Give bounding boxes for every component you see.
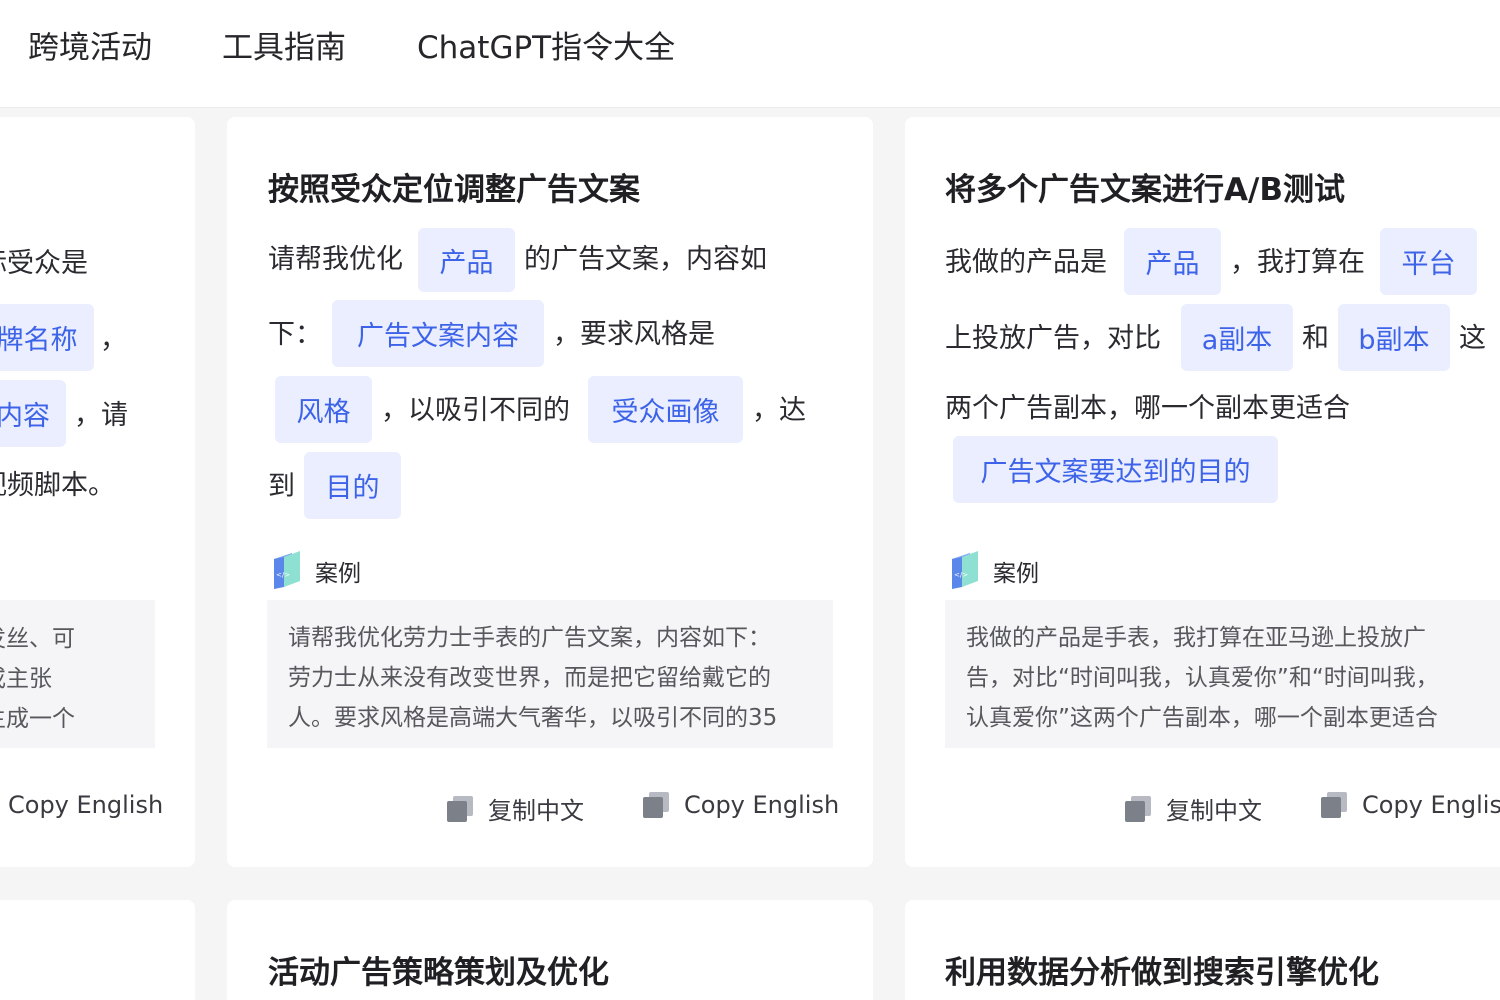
variable-chip-goal[interactable]: 目的 (304, 452, 401, 519)
chip-label: 内容 (0, 401, 50, 432)
top-nav: 跨境活动 工具指南 ChatGPT指令大全 (0, 0, 1500, 108)
copy-english-label: Copy English (1362, 791, 1500, 819)
prompt-text: 这 (1459, 323, 1486, 354)
nav-item-tool-guide[interactable]: 工具指南 (222, 22, 346, 67)
variable-chip-brand-name[interactable]: 牌名称 (0, 304, 94, 371)
prompt-text: 标受众是 (0, 248, 88, 279)
variable-chip-product[interactable]: 产品 (418, 228, 515, 292)
variable-chip-content[interactable]: 内容 (0, 380, 66, 447)
card-title: 按照受众定位调整广告文案 (268, 172, 640, 208)
case-label: 案例 (993, 561, 1039, 587)
example-box: 请帮我优化劳力士手表的广告文案，内容如下： 劳力士从来没有改变世界，而是把它留给… (267, 600, 833, 748)
prompt-card-campaign-strategy: 活动广告策略策划及优化 (227, 900, 873, 1000)
variable-chip-platform[interactable]: 平台 (1380, 228, 1477, 295)
code-file-icon: </> (274, 551, 300, 589)
prompt-card-audience-ad-copy: 按照受众定位调整广告文案 请帮我优化 产品 的广告文案，内容如 下： 广告文案内… (227, 117, 873, 867)
copy-icon (1321, 792, 1347, 818)
copy-english-button[interactable]: Copy English (8, 791, 163, 819)
prompt-text: ，我打算在 (1230, 247, 1365, 278)
example-box: 人发丝、可 值或主张 容生成一个 (0, 600, 155, 748)
variable-chip-copy-a[interactable]: a副本 (1181, 304, 1293, 371)
prompt-text: 我做的产品是 (945, 247, 1107, 278)
variable-chip-copy-b[interactable]: b副本 (1338, 304, 1450, 371)
variable-chip-style[interactable]: 风格 (275, 376, 372, 443)
code-file-icon: </> (952, 551, 978, 589)
copy-chinese-button[interactable]: 复制中文 (1124, 791, 1262, 826)
copy-chinese-label: 复制中文 (488, 797, 584, 825)
copy-english-label: Copy English (684, 791, 840, 819)
prompt-card-partial (0, 900, 195, 1000)
card-title: 活动广告策略策划及优化 (268, 955, 609, 991)
example-line: 告，对比“时间叫我，认真爱你”和“时间叫我， (966, 665, 1439, 691)
copy-english-button[interactable]: Copy English (642, 791, 839, 819)
nav-item-chatgpt-prompts[interactable]: ChatGPT指令大全 (417, 22, 675, 67)
variable-chip-audience-persona[interactable]: 受众画像 (588, 376, 743, 443)
card-title: 将多个广告文案进行A/B测试 (945, 172, 1345, 208)
prompt-card-ab-testing: 将多个广告文案进行A/B测试 我做的产品是 产品 ，我打算在 平台 上投放广告，… (905, 117, 1500, 867)
copy-english-label: Copy English (8, 791, 164, 819)
copy-chinese-button[interactable]: 复制中文 (446, 791, 584, 826)
variable-chip-product[interactable]: 产品 (1124, 228, 1221, 295)
example-line: 值或主张 (0, 666, 52, 692)
prompt-card-partial: 标受众是 牌名称 ， 内容 ，请 视频脚本。 人发丝、可 值或主张 容生成一个 … (0, 117, 195, 867)
prompt-text: 视频脚本。 (0, 470, 115, 501)
example-line: 认真爱你”这两个广告副本，哪一个副本更适合 (966, 705, 1438, 731)
prompt-text: 下： (268, 319, 322, 350)
chip-label: 牌名称 (0, 325, 78, 356)
prompt-text: ，要求风格是 (553, 319, 715, 350)
prompt-text: 上投放广告，对比 (945, 323, 1161, 354)
example-box: 我做的产品是手表，我打算在亚马逊上投放广 告，对比“时间叫我，认真爱你”和“时间… (945, 600, 1500, 748)
copy-icon (1125, 795, 1151, 822)
nav-item-cross-border-events[interactable]: 跨境活动 (28, 22, 152, 67)
copy-chinese-label: 复制中文 (1166, 797, 1262, 825)
example-line: 请帮我优化劳力士手表的广告文案，内容如下： (288, 625, 771, 651)
case-label: 案例 (315, 561, 361, 587)
variable-chip-ad-goal[interactable]: 广告文案要达到的目的 (953, 436, 1278, 503)
prompt-text: ，请 (74, 400, 128, 431)
example-line: 劳力士从来没有改变世界，而是把它留给戴它的 (288, 665, 771, 691)
prompt-text: 请帮我优化 (268, 244, 403, 275)
example-line: 人。要求风格是高端大气奢华，以吸引不同的35 (288, 705, 778, 731)
example-line: 容生成一个 (0, 706, 75, 732)
example-line: 人发丝、可 (0, 626, 75, 652)
prompt-text: 和 (1302, 323, 1329, 354)
variable-chip-ad-copy-content[interactable]: 广告文案内容 (332, 300, 544, 367)
prompt-text: 到 (268, 471, 295, 502)
copy-icon (447, 795, 473, 822)
prompt-card-seo-data-analysis: 利用数据分析做到搜索引擎优化 (905, 900, 1500, 1000)
copy-icon (643, 792, 669, 818)
svg-text:</>: </> (276, 571, 290, 579)
svg-text:</>: </> (954, 571, 968, 579)
prompt-text: ， (100, 324, 127, 355)
prompt-text: 两个广告副本，哪一个副本更适合 (945, 393, 1350, 424)
copy-english-button[interactable]: Copy English (1320, 791, 1500, 819)
prompt-text: ，以吸引不同的 (381, 395, 570, 426)
prompt-text: ，达 (752, 395, 806, 426)
card-title: 利用数据分析做到搜索引擎优化 (945, 955, 1379, 991)
prompt-text: 的广告文案，内容如 (524, 244, 767, 275)
example-line: 我做的产品是手表，我打算在亚马逊上投放广 (966, 625, 1426, 651)
